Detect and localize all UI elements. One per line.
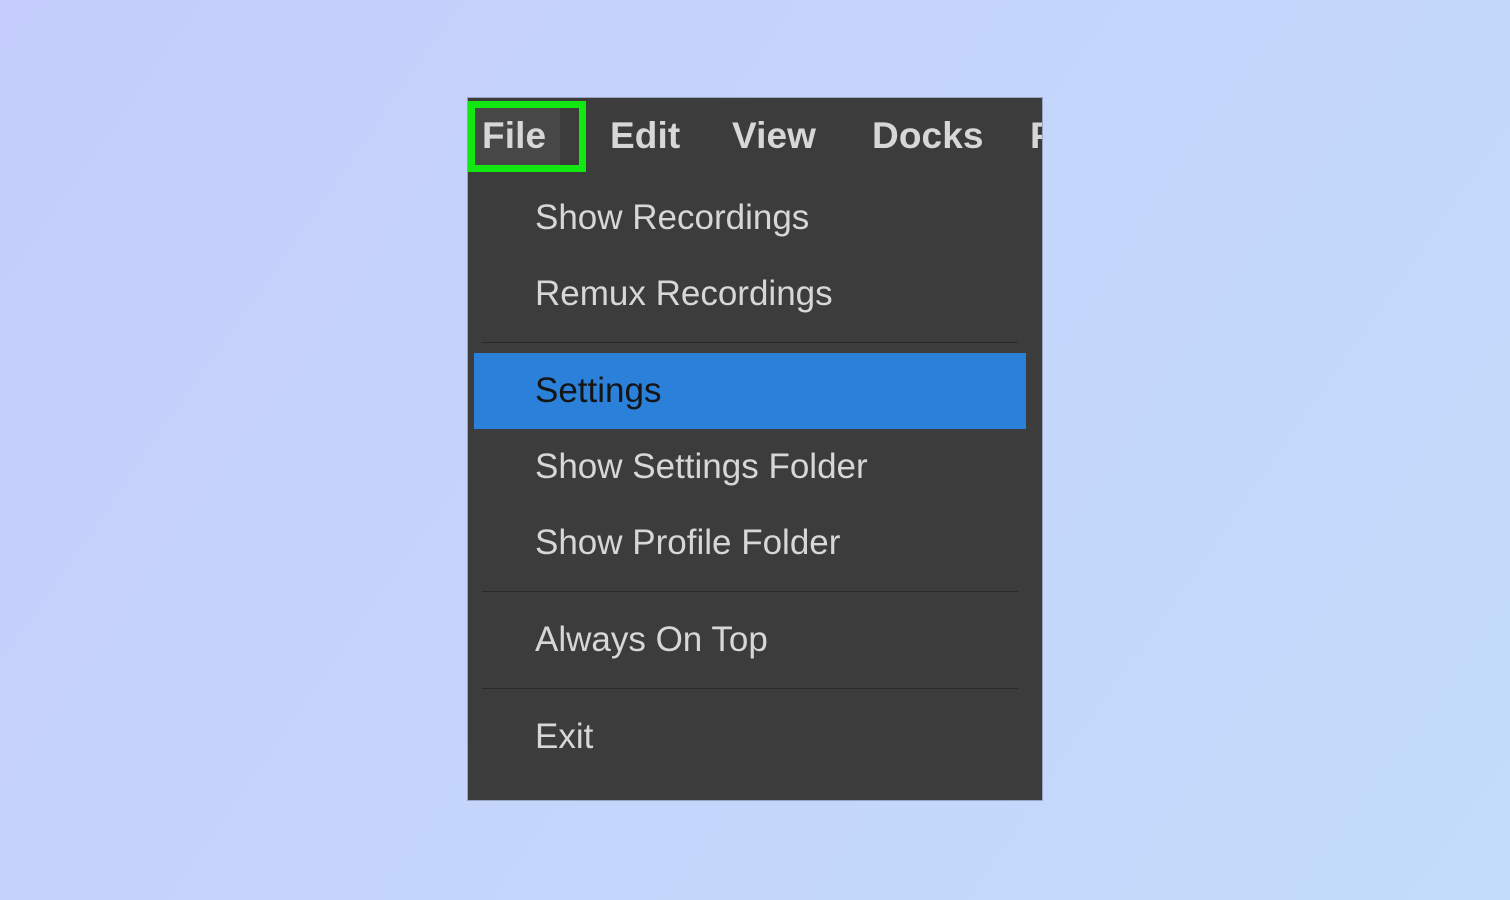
menubar-item-profile-truncated-label: P — [1030, 115, 1042, 156]
application-window: File Edit View Docks P Show Recordings R… — [468, 98, 1042, 800]
menu-item-settings[interactable]: Settings — [474, 353, 1026, 429]
menu-item-show-settings-folder[interactable]: Show Settings Folder — [468, 429, 1042, 505]
menu-item-show-recordings-label: Show Recordings — [535, 198, 810, 237]
menu-item-show-profile-folder-label: Show Profile Folder — [535, 523, 841, 562]
menubar-item-view[interactable]: View — [718, 102, 830, 170]
desktop-background: File Edit View Docks P Show Recordings R… — [0, 0, 1510, 900]
menu-item-remux-recordings[interactable]: Remux Recordings — [468, 256, 1042, 332]
menu-item-exit[interactable]: Exit — [468, 699, 1042, 775]
menu-item-show-settings-folder-label: Show Settings Folder — [535, 447, 868, 486]
menubar-item-edit-label: Edit — [610, 115, 681, 156]
menu-item-show-profile-folder[interactable]: Show Profile Folder — [468, 505, 1042, 581]
menu-separator-1 — [482, 342, 1018, 343]
menu-item-settings-label: Settings — [535, 371, 662, 410]
menubar-item-docks-label: Docks — [872, 115, 984, 156]
menubar-item-file-label: File — [482, 115, 547, 156]
menu-separator-3 — [482, 688, 1018, 689]
menu-item-show-recordings[interactable]: Show Recordings — [468, 180, 1042, 256]
menubar-item-docks[interactable]: Docks — [858, 102, 998, 170]
menu-bar: File Edit View Docks P — [468, 98, 1042, 174]
menubar-item-profile-truncated[interactable]: P — [1016, 102, 1042, 170]
menu-item-always-on-top-label: Always On Top — [535, 620, 768, 659]
menubar-item-view-label: View — [732, 115, 817, 156]
menu-separator-2 — [482, 591, 1018, 592]
menubar-item-file[interactable]: File — [468, 102, 561, 170]
menubar-item-edit[interactable]: Edit — [596, 102, 694, 170]
menu-item-remux-recordings-label: Remux Recordings — [535, 274, 833, 313]
menu-item-exit-label: Exit — [535, 717, 594, 756]
menu-item-always-on-top[interactable]: Always On Top — [468, 602, 1042, 678]
file-dropdown-menu: Show Recordings Remux Recordings Setting… — [468, 174, 1042, 797]
